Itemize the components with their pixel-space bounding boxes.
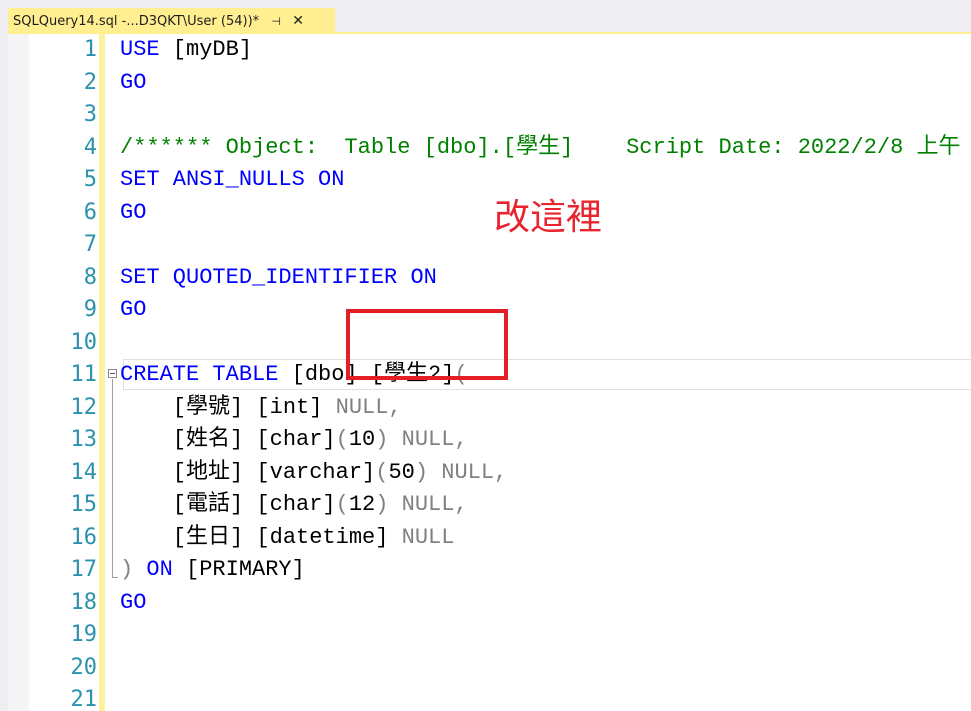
line-number: 18 <box>70 589 98 615</box>
pin-icon[interactable]: ⊣ <box>269 15 283 28</box>
glyph-margin <box>8 34 29 711</box>
code-line: [學號] [int] NULL, <box>120 394 402 420</box>
document-tab-strip: SQLQuery14.sql -...D3QKT\User (54))* ⊣ ✕ <box>0 0 971 34</box>
code-line: USE [myDB] <box>120 37 253 62</box>
line-number: 9 <box>83 297 97 322</box>
line-number: 12 <box>70 394 98 420</box>
line-number-gutter: 1 2 3 4 5 6 7 8 9 10 11 12 13 14 15 16 1… <box>29 34 98 711</box>
code-line: /****** Object: Table [dbo].[學生] Script … <box>120 134 961 160</box>
line-number: 19 <box>70 622 98 647</box>
collapse-toggle-icon[interactable] <box>108 369 117 378</box>
line-number: 4 <box>83 134 97 160</box>
line-number: 15 <box>70 492 98 517</box>
line-number: 10 <box>70 329 98 355</box>
code-line: ) ON [PRIMARY] <box>120 557 305 582</box>
code-area[interactable]: USE [myDB] GO /****** Object: Table [dbo… <box>120 34 971 711</box>
line-number: 13 <box>70 427 98 452</box>
code-line: [電話] [char](12) NULL, <box>120 492 468 517</box>
code-line: [地址] [varchar](50) NULL, <box>120 459 508 485</box>
line-number: 14 <box>70 459 98 485</box>
code-line: GO <box>120 589 147 615</box>
line-number: 8 <box>83 264 97 290</box>
code-line: GO <box>120 69 147 95</box>
code-line: GO <box>120 199 147 225</box>
outline-guide <box>112 379 113 577</box>
change-tracking-bar <box>99 34 105 711</box>
close-icon[interactable]: ✕ <box>291 13 305 29</box>
line-number: 17 <box>70 557 98 582</box>
line-number: 21 <box>70 687 98 711</box>
code-line: SET ANSI_NULLS ON <box>120 167 345 192</box>
code-line: [姓名] [char](10) NULL, <box>120 427 468 452</box>
line-number: 20 <box>70 654 98 680</box>
line-number: 11 <box>70 362 98 387</box>
outline-guide-end <box>112 577 118 578</box>
code-line: [生日] [datetime] NULL <box>120 524 455 550</box>
line-number: 1 <box>83 37 97 62</box>
line-number: 7 <box>83 232 97 257</box>
code-line: GO <box>120 297 147 322</box>
highlight-box <box>346 309 508 380</box>
code-line: SET QUOTED_IDENTIFIER ON <box>120 264 437 290</box>
line-number: 5 <box>83 167 97 192</box>
annotation-label: 改這裡 <box>494 197 603 238</box>
line-number: 2 <box>83 69 97 95</box>
tab-title: SQLQuery14.sql -...D3QKT\User (54))* <box>13 13 260 29</box>
line-number: 6 <box>83 199 97 225</box>
line-number: 3 <box>83 102 97 127</box>
line-number: 16 <box>70 524 98 550</box>
document-tab[interactable]: SQLQuery14.sql -...D3QKT\User (54))* ⊣ ✕ <box>8 8 335 34</box>
